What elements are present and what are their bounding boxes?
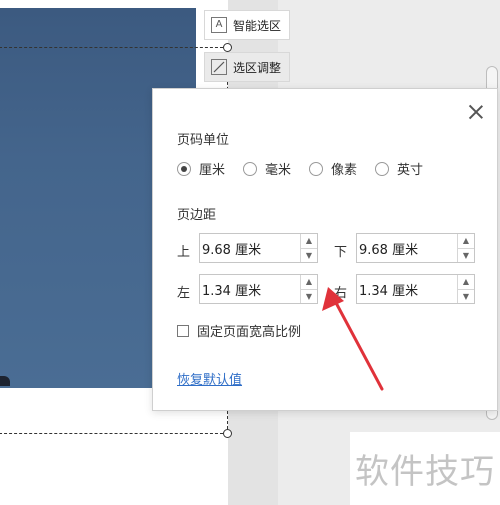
annotation-arrow-icon (322, 287, 384, 391)
unit-radio-group: 厘米 毫米 像素 英寸 (177, 159, 441, 178)
unit-label-mm: 毫米 (265, 163, 292, 178)
margin-bottom-input[interactable] (357, 234, 457, 262)
margin-top-spinner: ▲ ▼ (199, 233, 318, 263)
reset-default-link[interactable]: 恢复默认值 (177, 369, 242, 388)
margin-right-down-icon[interactable]: ▼ (458, 290, 474, 304)
margin-left-label: 左 (177, 286, 191, 301)
adjust-select-label: 选区调整 (233, 60, 282, 75)
margin-top-up-icon[interactable]: ▲ (301, 234, 317, 249)
radio-dot (243, 161, 258, 176)
checkbox-box (177, 324, 189, 337)
adjust-select-button[interactable]: 选区调整 (204, 52, 291, 82)
unit-radio-px[interactable]: 像素 (309, 159, 357, 178)
margin-bottom-down-icon[interactable]: ▼ (458, 249, 474, 263)
margin-bottom-up-icon[interactable]: ▲ (458, 234, 474, 249)
close-icon[interactable] (467, 103, 485, 121)
adjust-select-icon (211, 59, 227, 75)
unit-radio-mm[interactable]: 毫米 (243, 159, 291, 178)
margin-bottom-spinner: ▲ ▼ (356, 233, 475, 263)
selection-handle-top-right[interactable] (223, 43, 232, 52)
selection-handle-bottom-right[interactable] (223, 429, 232, 438)
margin-left-down-icon[interactable]: ▼ (301, 290, 317, 304)
unit-radio-inch[interactable]: 英寸 (375, 159, 423, 178)
margin-left-up-icon[interactable]: ▲ (301, 275, 317, 290)
unit-label-cm: 厘米 (199, 163, 226, 178)
lock-ratio-label: 固定页面宽高比例 (197, 325, 302, 340)
margin-title: 页边距 (177, 208, 217, 223)
unit-label-px: 像素 (331, 163, 358, 178)
smart-select-button[interactable]: A 智能选区 (204, 10, 291, 40)
margin-left-input[interactable] (200, 275, 300, 303)
unit-radio-cm[interactable]: 厘米 (177, 159, 225, 178)
margin-top-input[interactable] (200, 234, 300, 262)
watermark-text: 软件技巧 (355, 452, 495, 492)
radio-dot (309, 161, 324, 176)
unit-label-inch: 英寸 (397, 163, 424, 178)
margin-top-down-icon[interactable]: ▼ (301, 249, 317, 263)
margin-bottom-label: 下 (334, 245, 348, 260)
page-unit-title: 页码单位 (177, 133, 230, 148)
margin-left-spinner: ▲ ▼ (199, 274, 318, 304)
smart-select-label: 智能选区 (233, 18, 282, 33)
margin-top-label: 上 (177, 245, 191, 260)
margin-right-up-icon[interactable]: ▲ (458, 275, 474, 290)
radio-dot (177, 161, 191, 176)
smart-select-icon: A (211, 17, 227, 33)
radio-dot (375, 161, 390, 176)
watermark: 软件技巧 (350, 432, 500, 505)
lock-ratio-checkbox[interactable]: 固定页面宽高比例 (177, 321, 301, 340)
